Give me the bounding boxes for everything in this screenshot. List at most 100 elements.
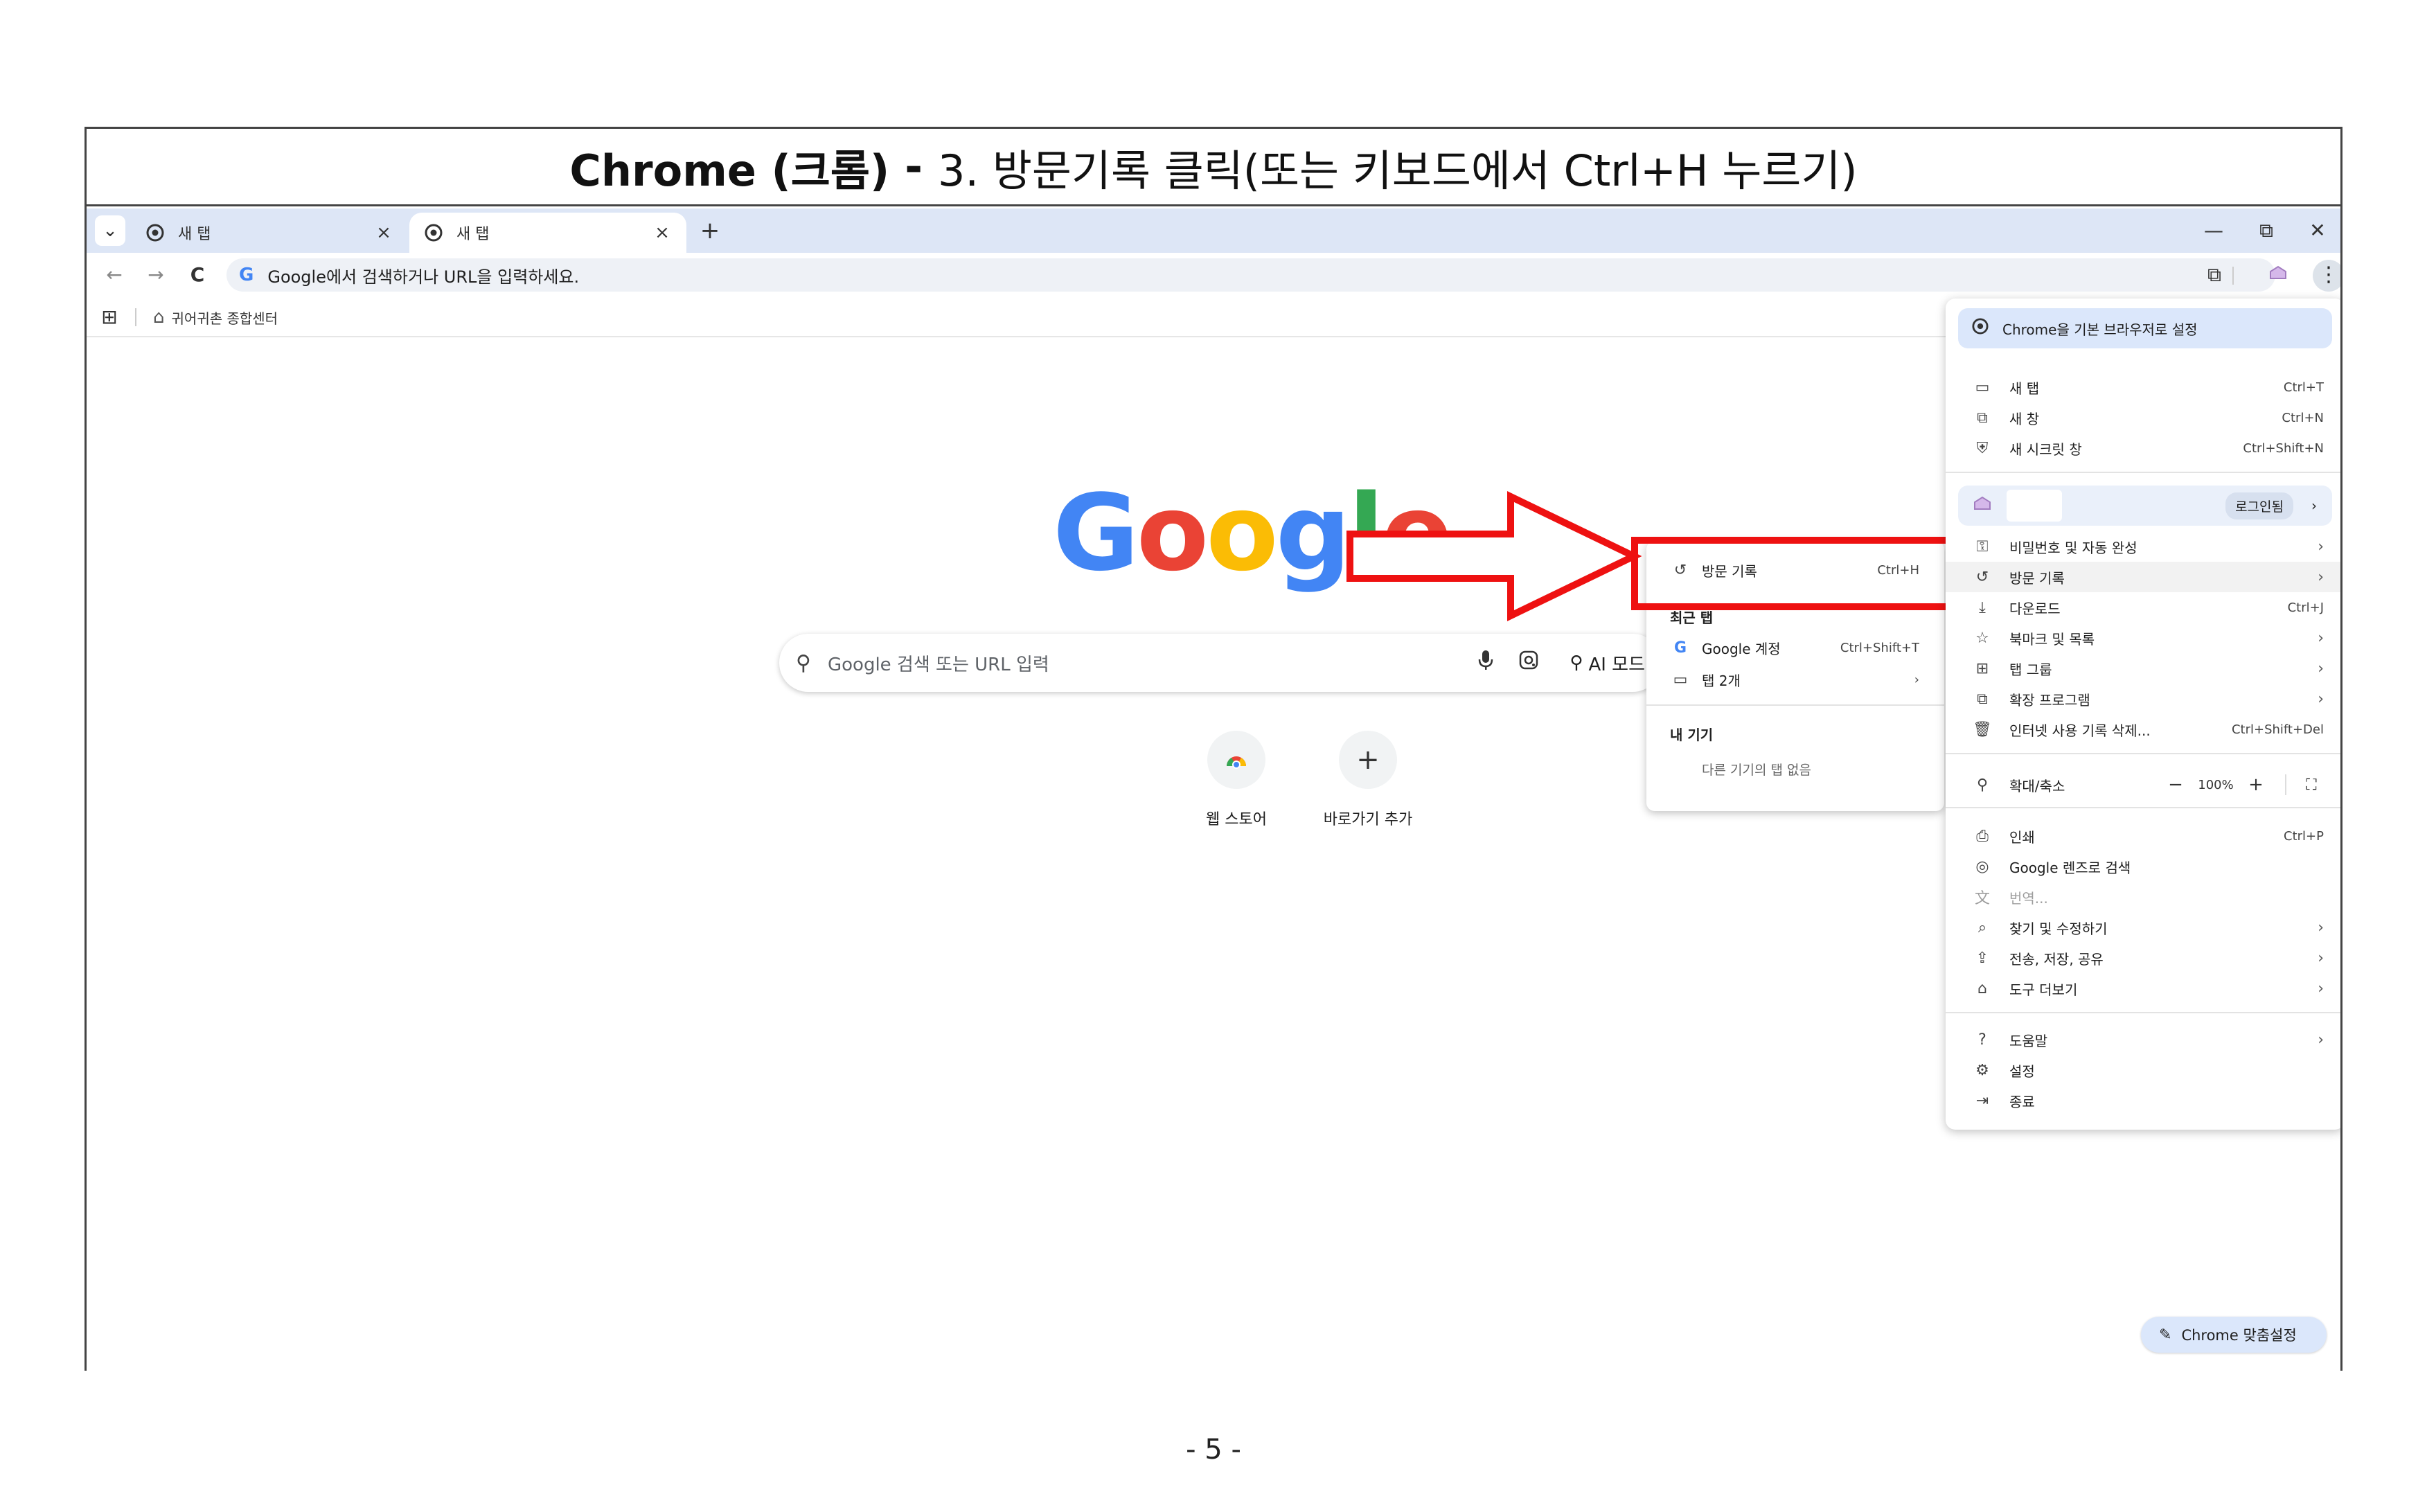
menu-item-label: 찾기 및 수정하기 — [2009, 920, 2108, 937]
menu-item-label: Google 렌즈로 검색 — [2009, 859, 2131, 876]
menu-item-more-tools[interactable]: ⌂ 도구 더보기 › — [1946, 973, 2340, 1004]
toolbar-divider — [2232, 267, 2234, 285]
menu-item-label: 비밀번호 및 자동 완성 — [2009, 539, 2137, 556]
menu-item-new-window[interactable]: ⧉ 새 창 Ctrl+N — [1946, 402, 2340, 433]
menu-item-print[interactable]: ⎙ 인쇄 Ctrl+P — [1946, 821, 2340, 851]
shortcut-label: 바로가기 추가 — [1323, 811, 1413, 828]
menu-item-zoom: ⚲ 확대/축소 − 100% + ⛶ — [1946, 770, 2340, 800]
fullscreen-button[interactable]: ⛶ — [2299, 776, 2324, 794]
page-number: - 5 - — [1186, 1434, 1241, 1466]
close-window-button[interactable]: ✕ — [2300, 217, 2335, 244]
chrome-menu-button[interactable]: ⋮ — [2313, 260, 2340, 292]
chrome-main-menu: Chrome을 기본 브라우저로 설정 ▭ 새 탭 Ctrl+T ⧉ 새 창 C… — [1946, 299, 2340, 1130]
bookmark-item[interactable]: ⌂ 귀어귀촌 종합센터 — [153, 305, 278, 329]
chevron-right-icon: › — [2318, 979, 2324, 997]
menu-item-passwords[interactable]: ⚿ 비밀번호 및 자동 완성 › — [1946, 531, 2340, 562]
menu-item-bookmarks[interactable]: ☆ 북마크 및 목록 › — [1946, 623, 2340, 653]
menu-item-find-edit[interactable]: ⌕ 찾기 및 수정하기 › — [1946, 912, 2340, 943]
zoom-out-button[interactable]: − — [2163, 774, 2188, 795]
tabs-count-item[interactable]: ▭ 탭 2개 › — [1646, 664, 1944, 695]
chrome-icon — [1972, 318, 1989, 339]
forward-button[interactable]: → — [142, 261, 170, 289]
tab-new-tab-1[interactable]: 새 탭 × — [131, 213, 408, 253]
chevron-right-icon: › — [2318, 690, 2324, 708]
menu-divider — [1946, 472, 2340, 473]
document-title-bold: Chrome (크롬) — [569, 145, 890, 196]
menu-divider — [1946, 1012, 2340, 1013]
menu-item-downloads[interactable]: ⤓ 다운로드 Ctrl+J — [1946, 592, 2340, 623]
document-frame: Chrome (크롬) - 3. 방문기록 클릭(또는 키보드에서 Ctrl+H… — [85, 127, 2342, 1371]
plus-icon: + — [1339, 731, 1397, 789]
new-window-icon: ⧉ — [1977, 409, 1988, 427]
customize-chrome-button[interactable]: ✎ Chrome 맞춤설정 — [2141, 1317, 2327, 1353]
set-default-browser-item[interactable]: Chrome을 기본 브라우저로 설정 — [1958, 308, 2332, 348]
address-bar-placeholder: Google에서 검색하거나 URL을 입력하세요. — [267, 267, 580, 287]
profile-icon — [1972, 495, 1993, 516]
menu-item-clear-browsing-data[interactable]: 🗑 인터넷 사용 기록 삭제... Ctrl+Shift+Del — [1946, 714, 2340, 745]
no-tabs-text: 다른 기기의 탭 없음 — [1702, 763, 1811, 778]
key-icon: ⚿ — [1976, 537, 1989, 555]
tab-label: 새 탭 — [456, 226, 490, 243]
menu-item-help[interactable]: ? 도움말 › — [1946, 1024, 2340, 1055]
submenu-divider — [1646, 704, 1944, 706]
apps-grid-icon[interactable]: ⊞ — [99, 307, 120, 328]
google-lens-icon[interactable] — [1518, 650, 1539, 676]
red-arrow-annotation — [1346, 491, 1642, 621]
help-icon: ? — [1978, 1031, 1986, 1049]
menu-item-incognito[interactable]: ⛨ 새 시크릿 창 Ctrl+Shift+N — [1946, 433, 2340, 463]
menu-item-tab-groups[interactable]: ⊞ 탭 그룹 › — [1946, 653, 2340, 684]
signed-in-badge: 로그인됨 — [2225, 492, 2293, 519]
menu-item-history[interactable]: ↺ 방문 기록 › — [1946, 562, 2340, 592]
document-title-text: 3. 방문기록 클릭(또는 키보드에서 Ctrl+H 누르기) — [937, 145, 1858, 196]
chevron-right-icon: › — [2318, 1031, 2324, 1049]
set-default-browser-label: Chrome을 기본 브라우저로 설정 — [2002, 321, 2198, 338]
shortcut-web-store[interactable]: 웹 스토어 — [1167, 731, 1306, 829]
menu-divider — [1946, 807, 2340, 808]
google-account-item[interactable]: G Google 계정 Ctrl+Shift+T — [1646, 632, 1944, 663]
ai-mode-button[interactable]: ⚲ AI 모드 — [1570, 650, 1645, 676]
browser-window: ⌄ 새 탭 × 새 탭 × + — ⧉ ✕ ← → C G Google에서 검… — [87, 208, 2340, 1371]
zoom-in-button[interactable]: + — [2243, 774, 2268, 795]
logo-letter: g — [1275, 472, 1351, 594]
browser-toolbar: ← → C G Google에서 검색하거나 URL을 입력하세요. ⧉ ⋮ — [87, 253, 2340, 297]
menu-item-label: 번역... — [2009, 889, 2048, 907]
logo-letter: o — [1206, 472, 1278, 594]
tab-search-dropdown[interactable]: ⌄ — [95, 215, 125, 246]
back-button[interactable]: ← — [100, 261, 128, 289]
address-bar[interactable]: G Google에서 검색하거나 URL을 입력하세요. — [226, 258, 2275, 292]
menu-item-shortcut: Ctrl+T — [2283, 380, 2324, 395]
minimize-button[interactable]: — — [2196, 217, 2231, 244]
extensions-icon: ⧉ — [1977, 690, 1988, 708]
tab-strip: ⌄ 새 탭 × 새 탭 × + — ⧉ ✕ — [87, 208, 2340, 253]
menu-item-shortcut: Ctrl+Shift+Del — [2231, 722, 2324, 737]
tab-close-icon[interactable]: × — [652, 222, 673, 243]
menu-item-new-tab[interactable]: ▭ 새 탭 Ctrl+T — [1946, 372, 2340, 402]
restore-button[interactable]: ⧉ — [2249, 217, 2284, 244]
google-g-icon: G — [239, 265, 254, 285]
tab-new-tab-2[interactable]: 새 탭 × — [409, 213, 686, 253]
bookmarks-divider — [135, 308, 136, 326]
menu-item-exit[interactable]: ⇥ 종료 — [1946, 1085, 2340, 1116]
new-tab-button[interactable]: + — [696, 217, 724, 244]
zoom-label: 확대/축소 — [2009, 777, 2065, 794]
shortcut-label: 웹 스토어 — [1206, 811, 1267, 828]
reload-button[interactable]: C — [184, 261, 211, 289]
chrome-icon — [423, 222, 444, 243]
extensions-icon[interactable]: ⧉ — [2201, 261, 2228, 289]
tab-window-icon: ▭ — [1673, 670, 1688, 688]
menu-item-google-lens[interactable]: ◎ Google 렌즈로 검색 — [1946, 851, 2340, 882]
zoom-icon: ⚲ — [1976, 776, 1989, 794]
tab-close-icon[interactable]: × — [373, 222, 394, 243]
menu-item-extensions[interactable]: ⧉ 확장 프로그램 › — [1946, 684, 2340, 714]
google-g-icon: G — [1673, 639, 1687, 657]
customize-chrome-label: Chrome 맞춤설정 — [2181, 1327, 2297, 1344]
profile-icon[interactable] — [2264, 261, 2292, 289]
menu-item-settings[interactable]: ⚙ 설정 — [1946, 1055, 2340, 1085]
microphone-icon[interactable] — [1478, 650, 1493, 676]
google-search-box[interactable]: ⚲ Google 검색 또는 URL 입력 ⚲ AI 모드 — [779, 634, 1662, 692]
menu-item-cast-save-share[interactable]: ⇪ 전송, 저장, 공유 › — [1946, 943, 2340, 973]
shortcut-add[interactable]: + 바로가기 추가 — [1299, 731, 1437, 829]
profile-row[interactable]: 로그인됨 › — [1958, 486, 2332, 526]
logo-letter: o — [1136, 472, 1209, 594]
download-icon: ⤓ — [1979, 598, 1986, 616]
